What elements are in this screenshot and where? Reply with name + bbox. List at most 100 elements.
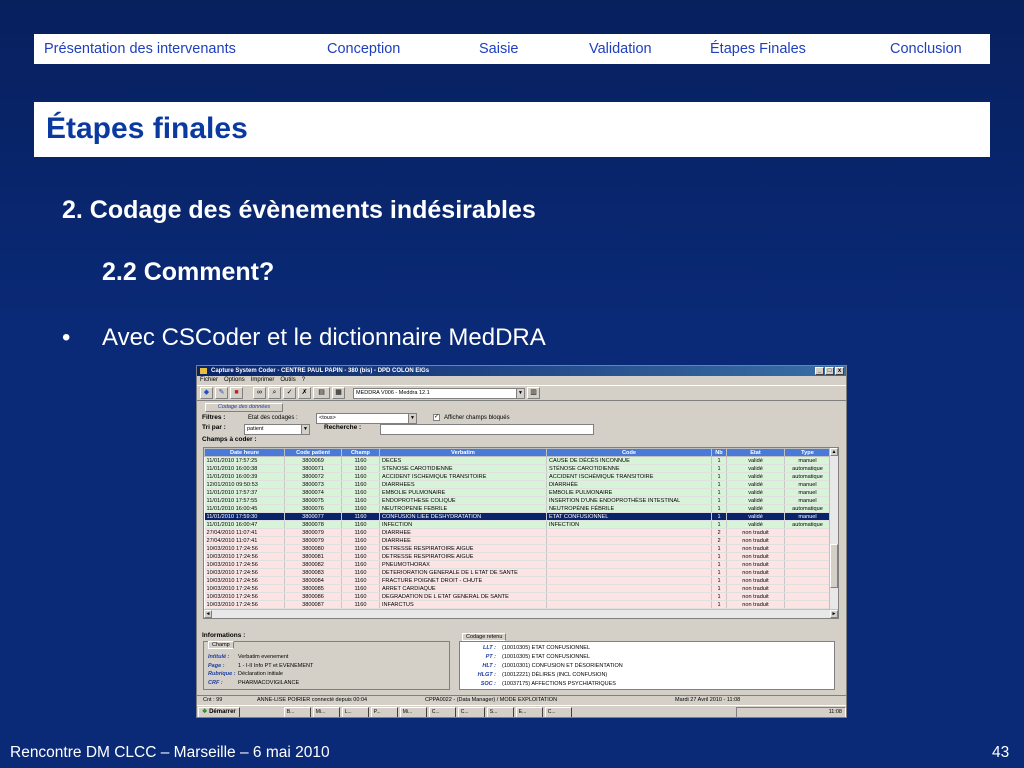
taskbar-item[interactable]: P... (370, 707, 398, 717)
table-row[interactable]: 27/04/2010 11:07:41 3800079 1160 DIARRHEE 2 n… (204, 536, 831, 545)
taskbar-item[interactable]: C... (428, 707, 456, 717)
table-cell: 1 (711, 568, 727, 577)
print-icon[interactable]: ▤ (313, 387, 330, 399)
column-header[interactable]: Nb (711, 448, 727, 457)
vertical-scrollbar[interactable]: ▲ (829, 448, 838, 611)
cancel-icon[interactable]: ✗ (298, 387, 311, 399)
start-button[interactable]: ❖ Démarrer (198, 707, 240, 717)
scroll-right-icon[interactable]: ► (830, 610, 838, 618)
menu-imprimer[interactable]: Imprimer (251, 376, 275, 385)
search-input[interactable] (380, 424, 594, 435)
taskbar-item[interactable]: C... (544, 707, 572, 717)
table-body: 11/01/2010 17:57:25 3800069 1160 DECES CAUSE… (204, 456, 831, 617)
column-header[interactable]: Verbatim (379, 448, 547, 457)
nav-item-saisie[interactable]: Saisie (479, 41, 519, 57)
nav-item-validation[interactable]: Validation (589, 41, 652, 57)
table-cell (784, 528, 831, 537)
table-row[interactable]: 11/01/2010 17:57:25 3800069 1160 DECES CAUSE… (204, 456, 831, 465)
table-row[interactable]: 10/03/2010 17:24:56 3800087 1160 INFARCTUS 1… (204, 600, 831, 609)
horizontal-scrollbar[interactable]: ◄ ► (204, 609, 838, 618)
table-icon[interactable]: ▦ (332, 387, 345, 399)
table-row[interactable]: 11/01/2010 16:00:38 3800071 1160 STENOSE CA… (204, 464, 831, 473)
chevron-down-icon[interactable]: ▼ (301, 425, 309, 434)
taskbar-item[interactable]: L... (341, 707, 369, 717)
taskbar-item[interactable]: S... (486, 707, 514, 717)
table-row[interactable]: 11/01/2010 17:57:55 3800075 1160 ENDOPROTHE… (204, 496, 831, 505)
taskbar-item[interactable]: C... (457, 707, 485, 717)
table-row[interactable]: 10/03/2010 17:24:56 3800083 1160 DETERIORAT… (204, 568, 831, 577)
scroll-up-icon[interactable]: ▲ (830, 448, 838, 456)
table-row[interactable]: 12/01/2010 09:50:53 3800073 1160 DIARRHEES D… (204, 480, 831, 489)
table-cell: DETRESSE RESPIRATOIRE AIGUE (379, 544, 547, 553)
table-cell: validé (726, 496, 785, 505)
book-icon[interactable]: ▥ (527, 387, 540, 399)
table-cell: DETERIORATION GENERALE DE L ETAT DE SANT… (379, 568, 547, 577)
start-label: Démarrer (209, 709, 236, 715)
column-header[interactable]: Code patient (284, 448, 342, 457)
table-row[interactable]: 10/03/2010 17:24:56 3800082 1160 PNEUMOTHOR… (204, 560, 831, 569)
taskbar-item[interactable]: Mi... (399, 707, 427, 717)
binoculars-icon[interactable]: ∞ (253, 387, 266, 399)
nav-item-presentation[interactable]: Présentation des intervenants (44, 41, 236, 57)
sort-select[interactable]: patient ▼ (244, 424, 310, 435)
close-icon[interactable]: x (835, 367, 844, 375)
scroll-thumb[interactable] (830, 544, 838, 588)
coding-tab[interactable]: Codage des données (205, 403, 283, 412)
chevron-down-icon[interactable]: ▼ (408, 414, 416, 423)
info-value: 1 - I-II Info PT et EVENEMENT (238, 662, 314, 669)
column-header[interactable]: Date heure (204, 448, 285, 457)
table-cell: automatique (784, 504, 831, 513)
menu-outils[interactable]: Outils (280, 376, 295, 385)
nav-item-etapes-finales[interactable]: Étapes Finales (710, 41, 806, 57)
code-tab[interactable]: Codage retenu (462, 633, 507, 641)
validate-icon[interactable]: ✓ (283, 387, 296, 399)
table-row[interactable]: 10/03/2010 17:24:56 3800085 1160 ARRET CARD… (204, 584, 831, 593)
table-cell: manuel (784, 480, 831, 489)
table-cell: 1 (711, 464, 727, 473)
table-row[interactable]: 10/03/2010 17:24:56 3800080 1160 DETRESSE R… (204, 544, 831, 553)
maximize-icon[interactable]: □ (825, 367, 834, 375)
column-header[interactable]: Code (546, 448, 712, 457)
column-header[interactable]: Etat (726, 448, 785, 457)
table-cell: 11/01/2010 17:57:25 (204, 456, 285, 465)
dictionary-select[interactable]: MEDDRA V006 - Meddra 12.1 ▼ (353, 387, 525, 399)
show-locked-checkbox[interactable]: ✓ (433, 414, 440, 421)
table-row[interactable]: 11/01/2010 16:00:47 3800078 1160 INFECTION I… (204, 520, 831, 529)
table-row[interactable]: 10/03/2010 17:24:56 3800086 1160 DEGRADATIO… (204, 592, 831, 601)
search-icon[interactable]: ⌕ (268, 387, 281, 399)
table-cell: validé (726, 480, 785, 489)
table-cell: 1 (711, 544, 727, 553)
table-header: Date heure Code patient Champ Verbatim Code N… (204, 448, 831, 457)
menu-fichier[interactable]: Fichier (200, 376, 218, 385)
info-tab[interactable]: Champ (208, 641, 234, 649)
edit-icon[interactable]: ✎ (215, 387, 228, 399)
table-row[interactable]: 10/03/2010 17:24:56 3800081 1160 DETRESSE R… (204, 552, 831, 561)
column-header[interactable]: Champ (341, 448, 380, 457)
info-row: Rubrique : Déclaration initiale (208, 671, 283, 677)
table-cell: 3800072 (284, 472, 342, 481)
nav-item-conception[interactable]: Conception (327, 41, 400, 57)
table-row[interactable]: 11/01/2010 17:57:37 3800074 1160 EMBOLIE PU… (204, 488, 831, 497)
table-cell: 1160 (341, 600, 380, 609)
menu-options[interactable]: Options (224, 376, 245, 385)
chevron-down-icon[interactable]: ▼ (516, 388, 524, 398)
taskbar-item[interactable]: E... (515, 707, 543, 717)
state-select[interactable]: <tous> ▼ (316, 413, 417, 424)
taskbar-item[interactable]: Mi... (312, 707, 340, 717)
table-row[interactable]: 11/01/2010 17:59:30 3800077 1160 CONFUSION … (204, 512, 831, 521)
nav-item-conclusion[interactable]: Conclusion (890, 41, 962, 57)
table-cell: 1 (711, 560, 727, 569)
minimize-icon[interactable]: _ (815, 367, 824, 375)
menu-help[interactable]: ? (302, 376, 305, 385)
column-header[interactable]: Type (784, 448, 831, 457)
scroll-left-icon[interactable]: ◄ (204, 610, 212, 618)
table-cell (784, 600, 831, 609)
table-row[interactable]: 11/01/2010 16:00:45 3800076 1160 NEUTROPENI… (204, 504, 831, 513)
table-row[interactable]: 11/01/2010 16:00:39 3800072 1160 ACCIDENT I… (204, 472, 831, 481)
table-row[interactable]: 27/04/2010 11:07:41 3800079 1160 DIARRHEE 2 n… (204, 528, 831, 537)
status-count: Cnt : 99 (203, 697, 223, 703)
taskbar-item[interactable]: B... (283, 707, 311, 717)
navigate-icon[interactable]: ◆ (200, 387, 213, 399)
stop-icon[interactable]: ■ (230, 387, 243, 399)
table-row[interactable]: 10/03/2010 17:24:56 3800084 1160 FRACTURE P… (204, 576, 831, 585)
